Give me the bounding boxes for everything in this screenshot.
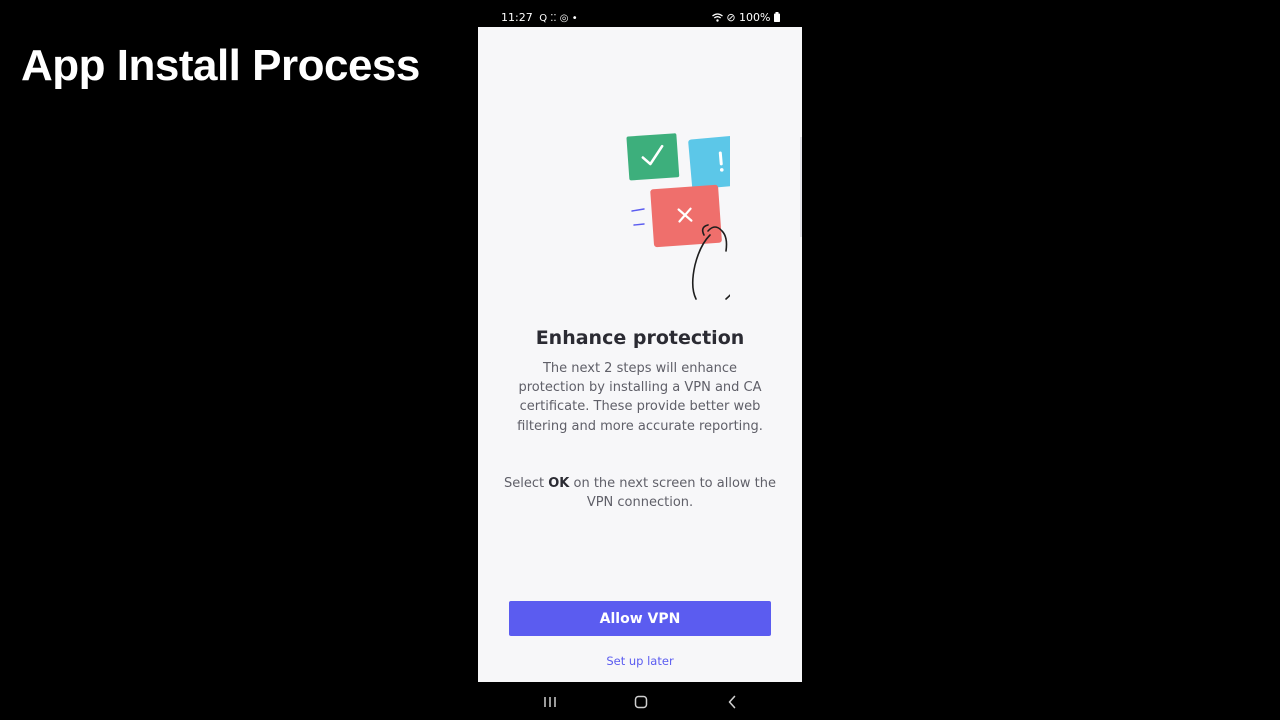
app-screen: Enhance protection The next 2 steps will… xyxy=(478,27,802,682)
notification-icons: Q ⁚⁚ ◎ • xyxy=(539,13,578,24)
status-time: 11:27 xyxy=(501,11,533,24)
protection-illustration xyxy=(626,133,730,300)
alert-card xyxy=(688,134,730,190)
wifi-icon xyxy=(711,13,723,22)
navigation-bar xyxy=(478,684,802,720)
do-not-disturb-icon: ⊘ xyxy=(726,11,736,24)
scroll-indicator xyxy=(800,137,802,237)
slide-title: App Install Process xyxy=(21,41,420,90)
battery-icon xyxy=(774,12,780,22)
set-up-later-link[interactable]: Set up later xyxy=(478,652,802,670)
battery-percent: 100% xyxy=(739,11,771,24)
page-heading: Enhance protection xyxy=(535,327,745,349)
status-bar: 11:27 Q ⁚⁚ ◎ • ⊘ 100% xyxy=(478,8,802,27)
description-text: The next 2 steps will enhance protection… xyxy=(517,361,763,434)
instruction-suffix: on the next screen to allow the VPN conn… xyxy=(569,476,777,511)
instruction-text: Select OK on the next screen to allow th… xyxy=(504,474,776,512)
back-icon[interactable] xyxy=(717,690,747,714)
check-card xyxy=(626,133,680,181)
home-icon[interactable] xyxy=(626,690,656,714)
error-card xyxy=(650,184,722,248)
status-left: 11:27 Q ⁚⁚ ◎ • xyxy=(501,8,578,28)
recent-apps-icon[interactable] xyxy=(535,690,565,714)
instruction-ok: OK xyxy=(548,476,570,491)
instruction-prefix: Select xyxy=(504,476,549,491)
status-right: ⊘ 100% xyxy=(711,8,780,27)
allow-vpn-button[interactable]: Allow VPN xyxy=(509,601,771,636)
